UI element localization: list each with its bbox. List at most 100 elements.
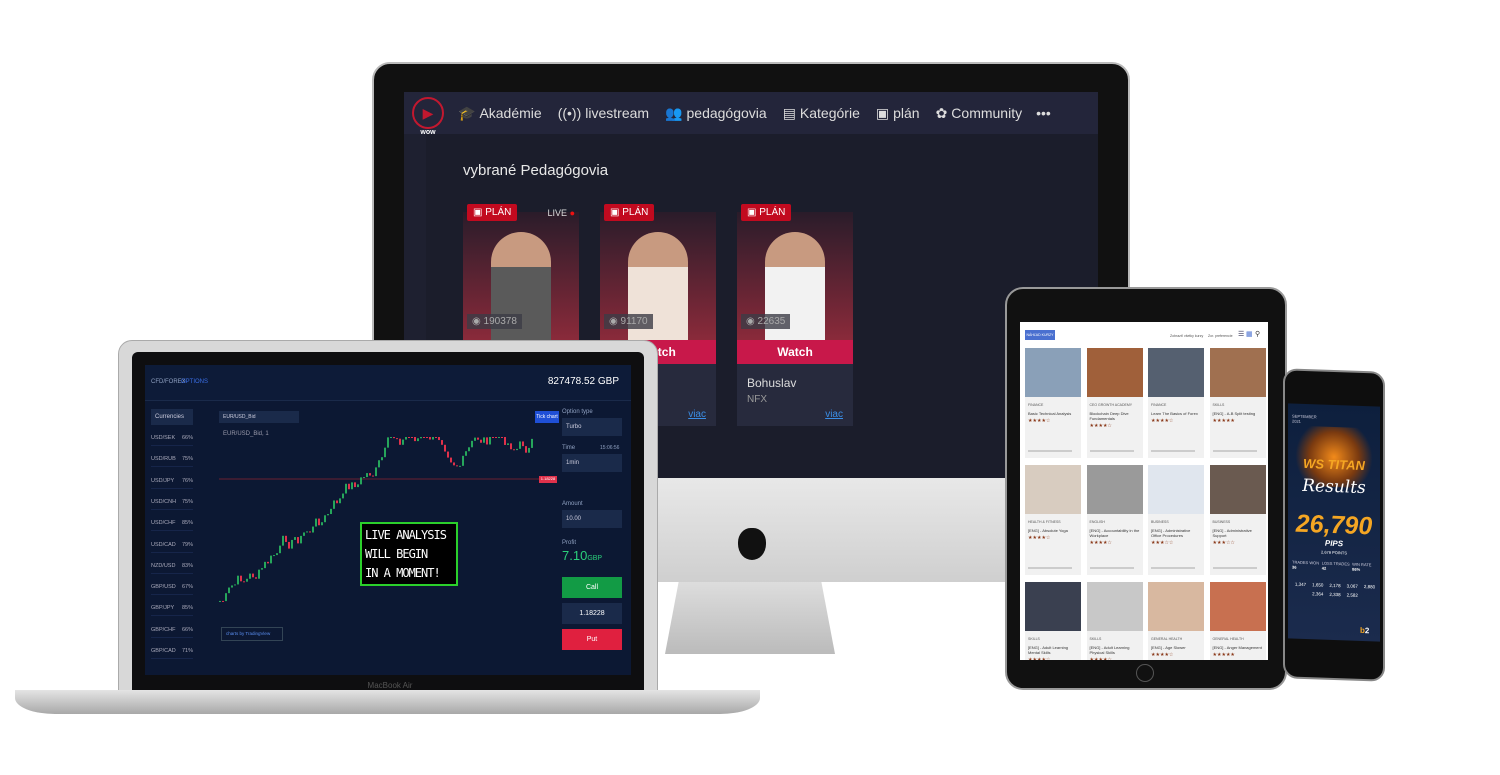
candle <box>282 535 284 546</box>
list-view-icon[interactable]: ☰ <box>1238 330 1244 338</box>
course-card[interactable]: BUSINESS [ENG] - Administrative Office Pr… <box>1148 465 1204 575</box>
call-button[interactable]: Call <box>562 577 622 598</box>
plan-badge[interactable]: ▣ PLÁN <box>741 204 792 221</box>
course-rating: ★★★★☆ <box>1151 652 1174 658</box>
course-category: HEALTH & FITNESS <box>1028 520 1061 524</box>
nav-item-pedagógovia[interactable]: 👥 pedagógovia <box>665 105 767 122</box>
nav-item-plán[interactable]: ▣ plán <box>876 105 920 122</box>
tab-options[interactable]: OPTIONS <box>181 379 208 385</box>
nav-item-akadémie[interactable]: 🎓 Akadémie <box>458 105 542 122</box>
put-button[interactable]: Put <box>562 629 622 650</box>
laptop-base <box>15 690 760 714</box>
plan-badge[interactable]: ▣ PLÁN <box>467 204 518 221</box>
graduation-cap-icon: 🎓 <box>458 104 476 121</box>
candle <box>477 437 479 440</box>
course-thumbnail <box>1209 348 1266 397</box>
course-card[interactable]: FINANCE Basic Technical Analysis ★★★★☆ <box>1025 348 1081 458</box>
home-button[interactable] <box>1136 664 1154 682</box>
currency-row[interactable]: USD/CAD 79% <box>151 542 193 553</box>
currency-row[interactable]: USD/JPY 76% <box>151 478 193 489</box>
course-title: [ENG] - Administrative Office Procedures <box>1151 528 1191 538</box>
course-thumbnail <box>1025 582 1081 631</box>
tick-chart-button[interactable]: Tick chart <box>535 411 559 423</box>
weekly-result: 1,650 <box>1312 582 1324 588</box>
wow-logo[interactable]: ▶ wow <box>412 97 444 136</box>
course-rating: ★★★★☆ <box>1089 540 1112 546</box>
account-balance[interactable]: 827478.52 GBP <box>548 376 619 387</box>
course-category: GENERAL HEALTH <box>1212 637 1244 641</box>
search-icon[interactable]: ⚲ <box>1255 330 1260 338</box>
grid-view-icon[interactable]: ▦ <box>1246 330 1253 338</box>
candle <box>384 447 386 458</box>
option-type-label: Option type <box>562 409 593 415</box>
currency-row[interactable]: GBP/CAD 71% <box>151 648 193 659</box>
nav-item-community[interactable]: ✿ Community <box>936 105 1023 122</box>
candle <box>402 439 404 445</box>
candle <box>435 437 437 438</box>
symbol-select[interactable]: EUR/USD_Bid <box>219 411 299 423</box>
course-card[interactable]: CEO GROWTH ACADEMY Blockchain Deep Dive F… <box>1086 348 1143 458</box>
list-icon: ▤ <box>782 104 796 121</box>
course-category: GENERAL HEALTH <box>1151 637 1183 641</box>
nav-item-label: pedagógovia <box>686 104 767 121</box>
currency-row[interactable]: USD/SEK 66% <box>151 435 193 446</box>
preview-courses-button[interactable]: NÁHĽAD KURZY <box>1025 330 1055 340</box>
currency-row[interactable]: USD/CNH 75% <box>151 499 193 510</box>
candle <box>501 437 503 438</box>
profit-value: 7.10GBP <box>562 548 603 563</box>
section-title: vybrané Pedagógovia <box>463 162 609 179</box>
candle <box>405 437 407 440</box>
currency-row[interactable]: USD/CHF 85% <box>151 520 193 532</box>
progress-bar <box>1089 450 1134 452</box>
candle <box>297 537 299 544</box>
weekly-result: 1,347 <box>1294 581 1307 588</box>
course-card[interactable]: GENERAL HEALTH [ENG] - Anger Management ★★… <box>1209 582 1266 660</box>
candle <box>345 483 347 494</box>
course-card[interactable]: HEALTH & FITNESS [ENG] - Absolute Yoga ★★★… <box>1025 465 1081 575</box>
watch-button[interactable]: Watch <box>737 340 853 364</box>
nav-item-livestream[interactable]: ((•)) livestream <box>558 105 649 122</box>
more-link[interactable]: viac <box>688 409 706 420</box>
currency-row[interactable]: NZD/USD 83% <box>151 563 193 574</box>
course-card[interactable]: GENERAL HEALTH [ENG] - Age Slower ★★★★☆ <box>1148 582 1204 660</box>
candle <box>300 535 302 544</box>
courses-screen: NÁHĽAD KURZY Zobraziť všetky kurzy Zor. … <box>1020 322 1268 660</box>
course-card[interactable]: SKILLS [ENG] - Adult Learning Mental Skil… <box>1025 582 1081 660</box>
nav-item-kategórie[interactable]: ▤ Kategórie <box>783 105 860 122</box>
eye-icon: ◉ <box>609 316 618 327</box>
course-rating: ★★★☆☆ <box>1212 540 1235 546</box>
preferences-select[interactable]: Zor. preferencie <box>1208 334 1233 338</box>
time-select[interactable]: 1min <box>562 454 622 472</box>
course-card[interactable]: ENGLISH [ENG] - Accountability in the Wor… <box>1086 465 1143 575</box>
amount-label: Amount <box>562 501 583 507</box>
currency-row[interactable]: USD/RUB 75% <box>151 456 193 468</box>
option-type-select[interactable]: Turbo <box>562 418 622 436</box>
course-card[interactable]: FINANCE Learn The Basics of Forex ★★★★☆ <box>1148 348 1204 458</box>
course-title: [ENG] - Adult Learning Physical Skills <box>1089 645 1130 655</box>
time-value: 15:06:56 <box>600 445 620 451</box>
plan-badge[interactable]: ▣ PLÁN <box>604 204 655 221</box>
currency-row[interactable]: GBP/CHF 66% <box>151 627 193 638</box>
currency-row[interactable]: GBP/JPY 85% <box>151 605 193 617</box>
currencies-select[interactable]: Currencies <box>151 409 193 425</box>
tradingview-credit[interactable]: charts by TradingView <box>221 627 283 641</box>
educator-subtitle: NFX <box>747 394 767 405</box>
educator-card[interactable]: ▣ PLÁN ◉ 22635 Watch Bohuslav NFX viac <box>737 204 853 426</box>
progress-bar <box>1089 567 1134 569</box>
more-icon[interactable]: ••• <box>1036 105 1051 121</box>
course-card[interactable]: SKILLS [ENG] - Adult Learning Physical Sk… <box>1086 582 1143 660</box>
candle <box>429 437 431 440</box>
course-card[interactable]: SKILLS [ENG] - A-B Split testing ★★★★★ <box>1209 348 1266 458</box>
nav-item-label: livestream <box>585 104 650 121</box>
course-card[interactable]: BUSINESS [ENG] - Administrative Support ★★… <box>1209 465 1266 575</box>
course-thumbnail <box>1086 348 1143 397</box>
currency-row[interactable]: GBP/USD 67% <box>151 584 193 596</box>
filter-courses-select[interactable]: Zobraziť všetky kurzy <box>1170 334 1203 338</box>
top-nav: ▶ wow 🎓 Akadémie ((•)) livestream 👥 pedagógovi… <box>404 92 1098 136</box>
candle <box>285 535 287 542</box>
candle <box>438 437 440 441</box>
more-link[interactable]: viac <box>825 409 843 420</box>
amount-input[interactable]: 10.00 <box>562 510 622 528</box>
course-category: SKILLS <box>1089 637 1102 641</box>
candle <box>309 531 311 533</box>
